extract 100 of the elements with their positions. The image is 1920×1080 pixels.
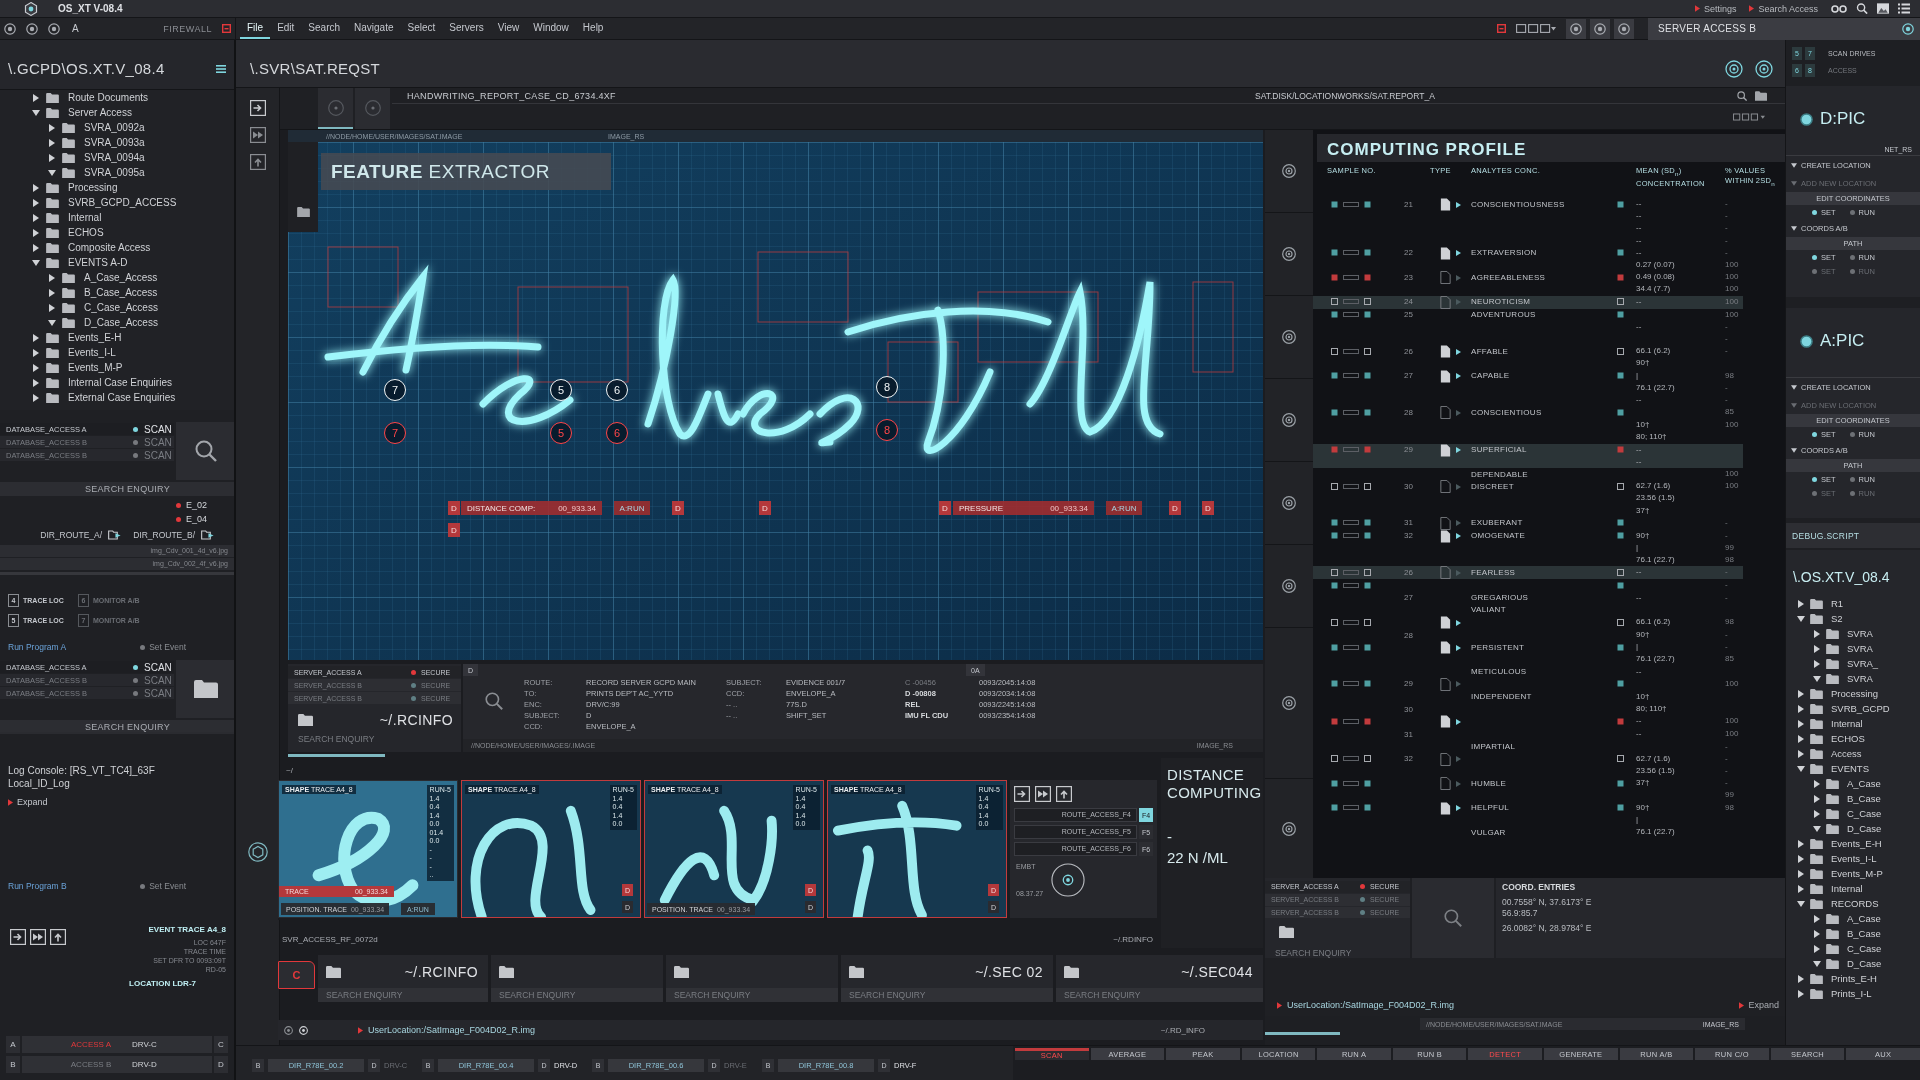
table-row[interactable]: 29 SUPERFICIAL -- -- (1313, 443, 1743, 469)
folder-icon[interactable] (1279, 926, 1294, 939)
list-icon[interactable] (216, 64, 226, 73)
folder-panel[interactable] (176, 660, 234, 718)
tree-item[interactable]: RECORDS (1798, 898, 1879, 909)
tree-item[interactable]: External Case Enquiries (33, 392, 176, 403)
table-row[interactable]: 10† 80; 110† 100 (1313, 419, 1743, 444)
tree-item[interactable]: C_Case (1814, 808, 1882, 819)
tree-item[interactable]: Events_M-P (33, 362, 123, 373)
target-icon[interactable] (1282, 579, 1296, 593)
target-button[interactable] (1614, 18, 1634, 39)
access-button[interactable]: ACCESS A DRV-C (22, 1036, 212, 1053)
document-icon[interactable] (1440, 641, 1451, 655)
workspace-tab[interactable]: A (72, 23, 79, 34)
folder-icon[interactable] (1755, 90, 1767, 101)
tree-item[interactable]: Events_E-H (33, 332, 122, 343)
location-link[interactable]: UserLocation:/SatImage_F004D02_R.img (1277, 1000, 1455, 1010)
play-icon[interactable] (1456, 533, 1461, 540)
table-row[interactable]: -- 100 (1313, 715, 1743, 729)
tree-item[interactable]: SVRB_GCPD (1798, 703, 1890, 714)
menu-icon[interactable] (1898, 3, 1910, 14)
arrow-right-icon[interactable] (249, 100, 266, 116)
tree-item[interactable]: Composite Access (33, 242, 151, 253)
tree-item[interactable]: SVRA (1814, 628, 1873, 639)
table-row[interactable]: - (1313, 579, 1743, 592)
set-event-button[interactable]: Set Event (140, 642, 186, 652)
tree-item[interactable]: Prints_E-H (1798, 973, 1877, 984)
run-program-link[interactable]: Run Program A (8, 642, 67, 652)
table-row[interactable]: 27 CAPABLE | 76.1 (22.7) -- 98 - - (1313, 369, 1743, 407)
play-icon[interactable] (1456, 644, 1461, 651)
tree-item[interactable]: Access (1798, 748, 1862, 759)
play-icon[interactable] (1456, 718, 1461, 725)
target-icon[interactable] (26, 22, 38, 35)
target-icon[interactable] (1725, 59, 1743, 78)
tree-item[interactable]: SVRA_0095a (49, 167, 145, 178)
tree-item[interactable]: A_Case (1814, 778, 1881, 789)
tree-item[interactable]: Processing (1798, 688, 1878, 699)
dial-icon[interactable] (1051, 863, 1086, 897)
tree-item[interactable]: C_Case_Access (49, 302, 158, 313)
document-icon[interactable] (1440, 616, 1451, 630)
tree-item[interactable]: SVRB_GCPD_ACCESS (33, 197, 177, 208)
top-link[interactable]: Settings (1694, 3, 1737, 14)
menu-item[interactable]: Select (400, 18, 443, 39)
target-icon[interactable] (1282, 330, 1296, 344)
menu-item[interactable]: Navigate (347, 18, 401, 39)
run-program-link[interactable]: Run Program B (8, 881, 67, 891)
tree-item[interactable]: D_Case_Access (49, 317, 158, 328)
arrow-right-icon[interactable] (10, 929, 26, 945)
fast-forward-icon[interactable] (1035, 786, 1051, 802)
search-icon[interactable] (484, 692, 503, 710)
search-panel[interactable] (176, 422, 234, 480)
tree-item[interactable]: R1 (1798, 598, 1844, 609)
expand-link[interactable]: Expand (8, 797, 48, 807)
table-row[interactable]: VALIANT (1313, 603, 1743, 617)
menu-item[interactable]: Servers (442, 18, 491, 39)
table-row[interactable]: 22 EXTRAVERSION -- 0.27 (0.07) - 100 (1313, 246, 1743, 272)
folder-icon[interactable] (298, 714, 313, 726)
table-row[interactable]: IMPARTIAL - (1313, 740, 1743, 753)
table-row[interactable]: 66.1 (6.2) 98 (1313, 616, 1743, 630)
tree-item[interactable]: S2 (1798, 613, 1843, 624)
tree-item[interactable]: B_Case (1814, 928, 1881, 939)
link-icon[interactable] (1831, 4, 1847, 13)
table-row[interactable]: PERSISTENT | 76.1 (22.7) - 85 (1313, 641, 1743, 666)
tree-item[interactable]: Events_I-L (33, 347, 116, 358)
upload-icon[interactable] (50, 929, 66, 945)
table-row[interactable]: 30 80; 110† (1313, 703, 1743, 716)
tree-item[interactable]: ECHOS (1798, 733, 1865, 744)
set-event-button[interactable]: Set Event (140, 881, 186, 891)
document-icon[interactable] (1440, 246, 1451, 260)
tree-item[interactable]: Events_E-H (1798, 838, 1882, 849)
expand-link[interactable]: Expand (1739, 1000, 1779, 1010)
play-icon[interactable] (1456, 250, 1461, 257)
target-icon[interactable] (4, 22, 16, 35)
tree-item[interactable]: Internal (33, 212, 102, 223)
table-row[interactable]: VULGAR 76.1 (22.7) (1313, 825, 1743, 839)
table-row[interactable]: HELPFUL 90† | 98 (1313, 801, 1743, 826)
tree-item[interactable]: SVRA_ (1814, 658, 1879, 669)
table-row[interactable]: 26 AFFABLE 66.1 (6.2) 90† - (1313, 345, 1743, 370)
tree-item[interactable]: SVRA_0093a (49, 137, 145, 148)
tree-item[interactable]: SVRA_0094a (49, 152, 145, 163)
target-icon[interactable] (1282, 164, 1296, 178)
target-icon[interactable] (1755, 59, 1773, 78)
table-row[interactable]: DEPENDABLE 100 (1313, 468, 1743, 481)
folder-icon[interactable] (674, 965, 689, 978)
menu-item[interactable]: Search (301, 18, 348, 39)
tree-item[interactable]: A_Case_Access (49, 272, 158, 283)
location-link[interactable]: UserLocation:/SatImage_F004D02_R.img (358, 1025, 536, 1035)
document-icon[interactable] (1440, 801, 1451, 815)
table-row[interactable]: 31 -- 100 (1313, 728, 1743, 741)
folder-icon[interactable] (296, 207, 310, 217)
tree-item[interactable]: Processing (33, 182, 118, 193)
document-icon[interactable] (1440, 345, 1451, 359)
tree-item[interactable]: A_Case (1814, 913, 1881, 924)
tree-item[interactable]: Internal Case Enquiries (33, 377, 172, 388)
tree-item[interactable]: Internal (1798, 883, 1863, 894)
document-icon[interactable] (1440, 529, 1451, 543)
layout-icon[interactable] (1733, 112, 1765, 121)
table-row[interactable]: 21 CONSCIENTIOUSNESS -- -- -- -- - - - - (1313, 198, 1743, 247)
search-enquiry-button[interactable]: SEARCH ENQUIRY (0, 482, 234, 496)
tree-item[interactable]: EVENTS (1798, 763, 1869, 774)
